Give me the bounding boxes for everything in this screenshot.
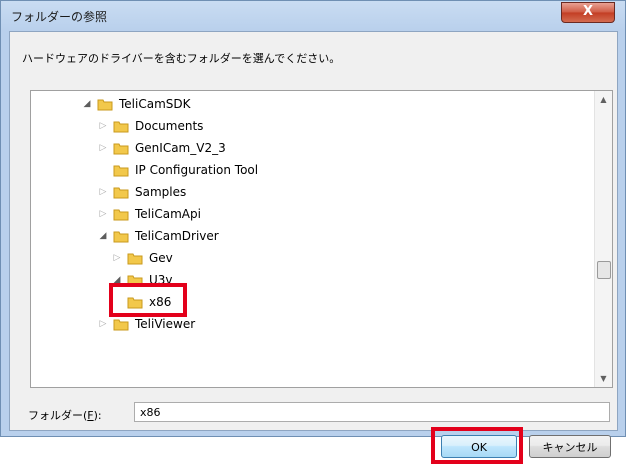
folder-field-label-suffix: ): [93, 409, 102, 422]
scroll-down-icon[interactable]: ▼ [595, 370, 612, 387]
scroll-thumb[interactable] [597, 261, 611, 279]
instruction-text: ハードウェアのドライバーを含むフォルダーを選んでください。 [22, 52, 341, 65]
folder-icon [97, 99, 113, 110]
expand-arrow-icon[interactable]: ◢ [81, 93, 93, 115]
folder-icon [127, 253, 143, 264]
folder-input[interactable]: x86 [134, 402, 610, 422]
folder-field-label: フォルダー(F): [28, 407, 102, 423]
scroll-up-icon[interactable]: ▲ [595, 91, 612, 108]
close-button[interactable]: X [561, 2, 615, 23]
tree-item-label: GenICam_V2_3 [135, 141, 226, 155]
close-icon: X [582, 4, 594, 19]
expand-arrow-icon[interactable]: ▷ [97, 313, 109, 335]
ok-highlight-box [431, 427, 523, 464]
folder-field-label-prefix: フォルダー( [28, 409, 88, 422]
tree-item-label: Documents [135, 119, 204, 133]
tree-item-teliviewer[interactable]: ▷ TeliViewer [97, 313, 196, 335]
tree-item-label: TeliViewer [135, 317, 196, 331]
expand-arrow-icon[interactable]: ▷ [97, 115, 109, 137]
expand-arrow-icon[interactable]: ◢ [97, 225, 109, 247]
tree-item-telicamdriver[interactable]: ◢ TeliCamDriver [97, 225, 219, 247]
vertical-scrollbar[interactable]: ▲ ▼ [594, 91, 612, 387]
tree-item-label: TeliCamApi [135, 207, 201, 221]
tree-item-label: TeliCamDriver [135, 229, 219, 243]
folder-icon [113, 231, 129, 242]
tree-item-documents[interactable]: ▷ Documents [97, 115, 204, 137]
dialog-body: ハードウェアのドライバーを含むフォルダーを選んでください。 ◢ TeliCamSD… [9, 31, 618, 464]
expand-arrow-icon[interactable]: ▷ [97, 181, 109, 203]
tree-item-telicamapi[interactable]: ▷ TeliCamApi [97, 203, 201, 225]
tree-item-samples[interactable]: ▷ Samples [97, 181, 187, 203]
folder-icon [113, 209, 129, 220]
tree-item-telicamsdk[interactable]: ◢ TeliCamSDK [81, 93, 191, 115]
expand-arrow-icon[interactable]: ▷ [111, 247, 123, 269]
folder-icon [113, 143, 129, 154]
tree-item-ip-configuration-tool[interactable]: IP Configuration Tool [97, 159, 258, 181]
tree-item-gev[interactable]: ▷ Gev [111, 247, 173, 269]
tree-item-label: IP Configuration Tool [135, 163, 259, 177]
folder-icon [113, 187, 129, 198]
expand-arrow-icon[interactable]: ▷ [97, 203, 109, 225]
tree-item-label: Gev [149, 251, 173, 265]
folder-browse-dialog: フォルダーの参照 X ハードウェアのドライバーを含むフォルダーを選んでください。… [0, 0, 626, 464]
cancel-button[interactable]: キャンセル [529, 435, 611, 458]
tree-item-label: Samples [135, 185, 187, 199]
dialog-title: フォルダーの参照 [11, 10, 108, 24]
expand-arrow-icon[interactable]: ▷ [97, 137, 109, 159]
tree-item-genicam[interactable]: ▷ GenICam_V2_3 [97, 137, 226, 159]
folder-icon [113, 165, 129, 176]
tree-item-label: TeliCamSDK [119, 97, 191, 111]
folder-icon [113, 121, 129, 132]
folder-icon [113, 319, 129, 330]
folder-tree[interactable]: ◢ TeliCamSDK ▷ Documents ▷ GenICam_V2_3 IP … [30, 90, 613, 388]
title-bar[interactable]: フォルダーの参照 X [1, 1, 625, 31]
x86-highlight-box [109, 283, 187, 317]
